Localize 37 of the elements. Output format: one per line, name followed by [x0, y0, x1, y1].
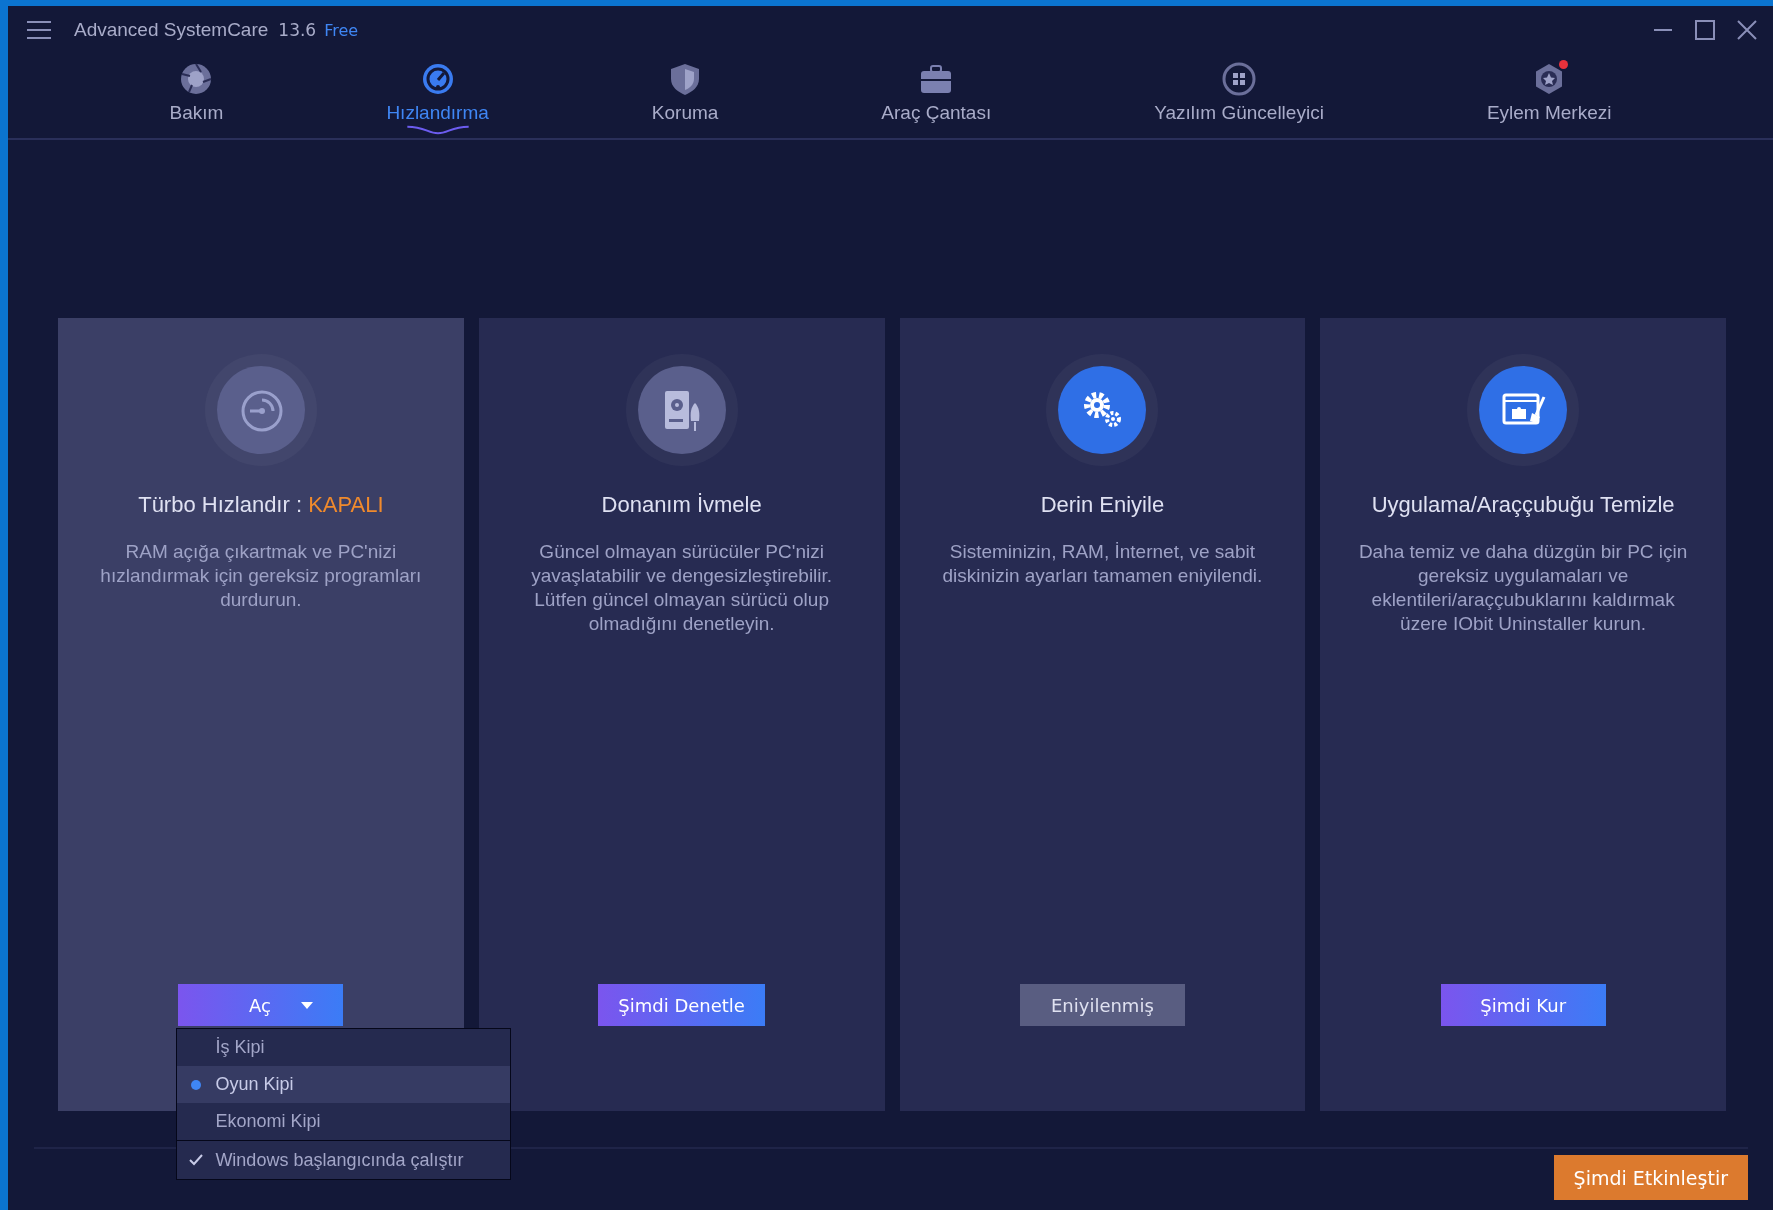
radio-dot — [191, 1079, 202, 1090]
activate-button[interactable]: Şimdi Etkinleştir — [1553, 1155, 1748, 1200]
action-button[interactable]: Şimdi Denetle — [598, 984, 765, 1026]
nav-tab[interactable]: Hızlandırma — [386, 54, 489, 138]
nav-tab[interactable]: Koruma — [651, 54, 719, 138]
caret-down-icon — [300, 1001, 313, 1009]
edition-label: Free — [324, 20, 359, 40]
maximize-icon — [1695, 20, 1715, 40]
card-title: Donanım İvmele — [601, 492, 762, 517]
nav-tab[interactable]: Araç Çantası — [881, 54, 992, 138]
nav-tab[interactable]: Bakım — [169, 54, 224, 138]
action-button[interactable]: Şimdi Kur — [1440, 984, 1606, 1026]
card-title: Derin Eniyile — [1040, 492, 1165, 517]
menu-item[interactable]: Ekonomi Kipi — [177, 1103, 511, 1140]
card-description: Daha temiz ve daha düzgün bir PC için gereksiz uygulamaları ve eklentileri/araççubuklarını kaldırmak üzere IObit Uninstaller kurun. — [1357, 540, 1689, 636]
close-icon — [1737, 20, 1757, 40]
checkmark-icon — [189, 1154, 204, 1166]
app-title: Advanced SystemCare — [74, 19, 269, 41]
card-description: Güncel olmayan sürücüler PC'nizi yavaşlatabilir ve dengesizleştirebilir. Lütfen güncel olmayan sürücü olup olmadığını denetleyin. — [530, 540, 834, 636]
aperture-icon — [179, 62, 214, 96]
menu-item[interactable]: İş Kipi — [177, 1029, 511, 1066]
gauge-icon — [420, 62, 455, 96]
menu-item[interactable]: Oyun Kipi — [177, 1066, 511, 1103]
card-title: Uygulama/Araççubuğu Temizle — [1371, 492, 1675, 517]
turn-on-button[interactable]: Aç — [178, 984, 344, 1026]
version-text: 13.6 — [278, 20, 317, 40]
menu-icon — [26, 20, 52, 40]
briefcase-icon — [919, 62, 954, 96]
minimize-icon — [1653, 29, 1673, 31]
card-description: RAM açığa çıkartmak ve PC'nizi hızlandırmak için gereksiz programları durdurun. — [99, 540, 423, 612]
grid-icon — [1222, 62, 1257, 96]
nav-tab[interactable]: Yazılım Güncelleyici — [1154, 54, 1324, 138]
status-label: KAPALI — [308, 492, 384, 517]
nav-tab[interactable]: Eylem Merkezi — [1486, 54, 1612, 138]
card-description: Sisteminizin, RAM, İnternet, ve sabit diskinizin ayarları tamamen eniyilendi. — [941, 540, 1264, 588]
menu-item[interactable]: Windows başlangıcında çalıştır — [177, 1140, 511, 1179]
card-title: Türbo Hızlandır : — [138, 492, 304, 517]
